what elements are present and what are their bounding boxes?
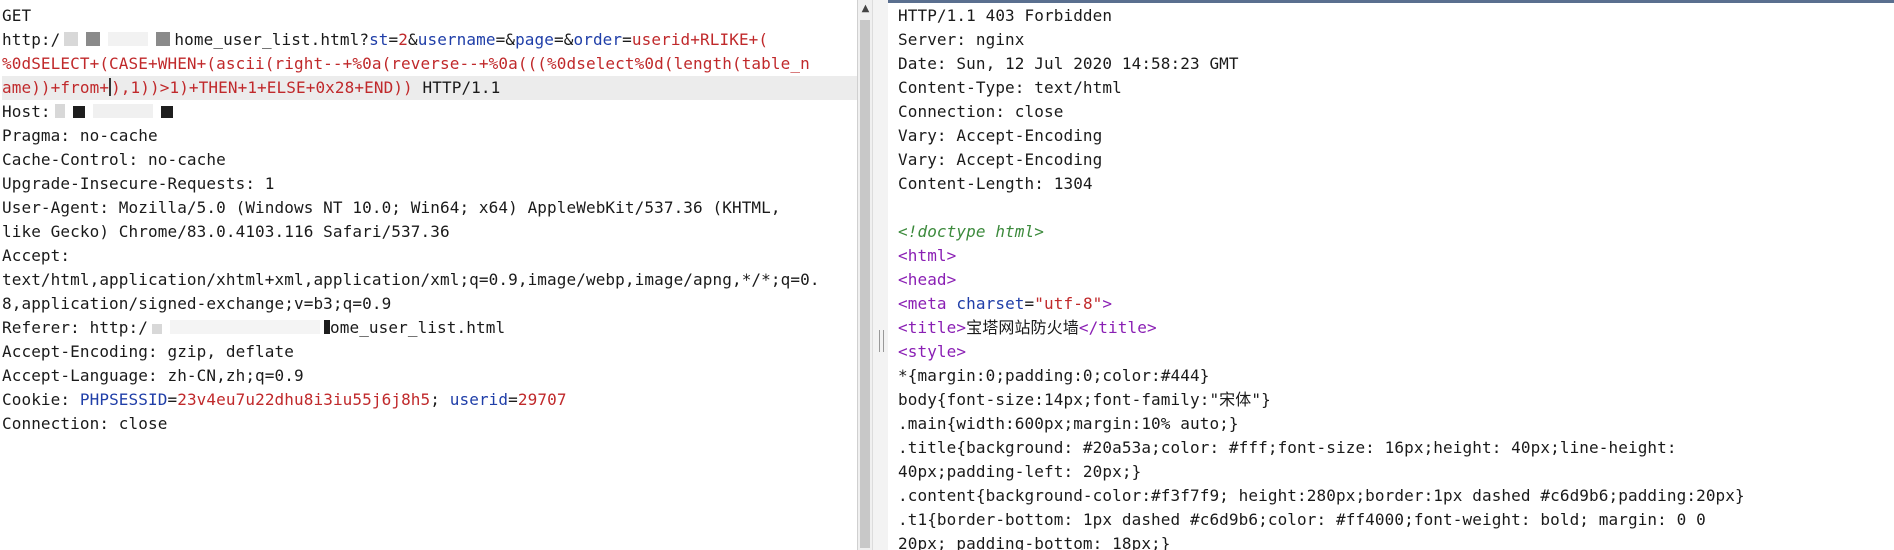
redacted-block [170,320,320,334]
html-doctype: <!doctype html> [898,222,1044,241]
header-cache-control: Cache-Control: no-cache [2,150,226,169]
cookie-key: userid [449,390,509,409]
header-name: Referer: http:/ [2,318,148,337]
header-cookie: Cookie: PHPSESSID=23v4eu7u22dhu8i3iu55j6… [2,390,567,409]
response-header-date: Date: Sun, 12 Jul 2020 14:58:23 GMT [898,54,1239,73]
header-name: Cookie: [2,390,80,409]
css-rule: *{margin:0;padding:0;color:#444} [898,366,1210,385]
param-key: username [417,30,496,49]
cookie-value: 23v4eu7u22dhu8i3iu55j6j8h5 [177,390,431,409]
css-rule: body{font-size:14px;font-family:"宋体"} [898,390,1271,409]
html-tag-html: <html> [898,246,957,265]
css-rule: .content{background-color:#f3f7f9; heigh… [898,486,1745,505]
tag-close: </title> [1078,318,1157,337]
response-header-content-type: Content-Type: text/html [898,78,1122,97]
redacted-block [92,104,153,118]
url-fragment: ame))+from+ [2,78,110,97]
tag-open: <title> [898,318,967,337]
request-text[interactable]: GET http:/home_user_list.html?st=2&usern… [2,4,857,436]
header-user-agent: User-Agent: Mozilla/5.0 (Windows NT 10.0… [2,198,781,217]
param-key: order [573,30,623,49]
header-accept-language: Accept-Language: zh-CN,zh;q=0.9 [2,366,304,385]
header-pragma: Pragma: no-cache [2,126,158,145]
pane-top-border [888,0,1894,3]
header-referer: Referer: http:/ ome_user_list.html [2,316,857,340]
response-header-connection: Connection: close [898,102,1064,121]
splitter-grip-icon[interactable] [879,330,884,352]
redacted-block [72,106,85,118]
redacted-block [160,106,173,118]
attr-value: "utf-8" [1034,294,1103,313]
header-value: ome_user_list.html [330,318,506,337]
redacted-block [86,32,101,46]
header-host: Host: [2,100,857,124]
response-header-vary: Vary: Accept-Encoding [898,126,1103,145]
request-url-line: http:/home_user_list.html?st=2&username=… [2,30,769,49]
param-value: 2 [398,30,408,49]
response-status-line: HTTP/1.1 403 Forbidden [898,6,1113,25]
css-rule-cont: 40px;padding-left: 20px;} [898,462,1142,481]
css-rule-cont: 20px; padding-bottom: 18px;} [898,534,1171,550]
redacted-block [152,324,162,334]
response-pane[interactable]: HTTP/1.1 403 Forbidden Server: nginx Dat… [888,0,1894,550]
param-value: userid+RLIKE+( [631,30,769,49]
scrollbar-thumb[interactable] [860,20,870,548]
html-tag-head: <head> [898,270,957,289]
chevron-up-icon[interactable]: ▲ [858,0,873,18]
url-fragment: ),1))>1)+THEN+1+ELSE+0x28+END)) [111,78,413,97]
css-rule: .title{background: #20a53a;color: #fff;f… [898,438,1677,457]
cookie-value: 29707 [517,390,567,409]
param-key: page [515,30,555,49]
cookie-key: PHPSESSID [79,390,168,409]
header-accept-encoding: Accept-Encoding: gzip, deflate [2,342,294,361]
url-path: home_user_list.html? [174,30,370,49]
request-url-continuation: %0dSELECT+(CASE+WHEN+(ascii(right--+%0a(… [2,54,810,73]
redacted-block [64,32,79,46]
redacted-block [108,32,149,46]
request-method: GET [2,6,32,25]
url-prefix: http:/ [2,30,61,49]
param-key: st [369,30,389,49]
header-accept: Accept: [2,246,71,265]
html-tag-style: <style> [898,342,967,361]
css-rule: .main{width:600px;margin:10% auto;} [898,414,1239,433]
response-text[interactable]: HTTP/1.1 403 Forbidden Server: nginx Dat… [898,4,1894,550]
header-connection: Connection: close [2,414,168,433]
header-accept-value-cont: 8,application/signed-exchange;v=b3;q=0.9 [2,294,392,313]
request-method-line: GET [2,4,857,28]
redacted-block [156,32,171,46]
html-tag-meta: <meta charset="utf-8"> [898,294,1113,313]
css-rule: .t1{border-bottom: 1px dashed #c6d9b6;co… [898,510,1706,529]
redacted-block [54,104,65,118]
tag-open: <meta [898,294,957,313]
response-header-server: Server: nginx [898,30,1025,49]
tag-close: > [1102,294,1113,313]
response-header-content-length: Content-Length: 1304 [898,174,1093,193]
response-header-vary: Vary: Accept-Encoding [898,150,1103,169]
header-user-agent-cont: like Gecko) Chrome/83.0.4103.116 Safari/… [2,222,450,241]
header-accept-value: text/html,application/xhtml+xml,applicat… [2,270,820,289]
header-name: Host: [2,102,51,121]
html-tag-title: <title>宝塔网站防火墙</title> [898,316,1894,340]
request-url-continuation-highlighted: ame))+from+),1))>1)+THEN+1+ELSE+0x28+END… [2,76,857,100]
request-pane[interactable]: GET http:/home_user_list.html?st=2&usern… [0,0,857,550]
http-version: HTTP/1.1 [412,78,501,97]
attr-name: charset [956,294,1025,313]
title-text: 宝塔网站防火墙 [966,318,1079,337]
cookie-separator: ; [430,390,450,409]
header-upgrade-insecure: Upgrade-Insecure-Requests: 1 [2,174,275,193]
request-vertical-scrollbar[interactable]: ▲ [857,0,873,550]
